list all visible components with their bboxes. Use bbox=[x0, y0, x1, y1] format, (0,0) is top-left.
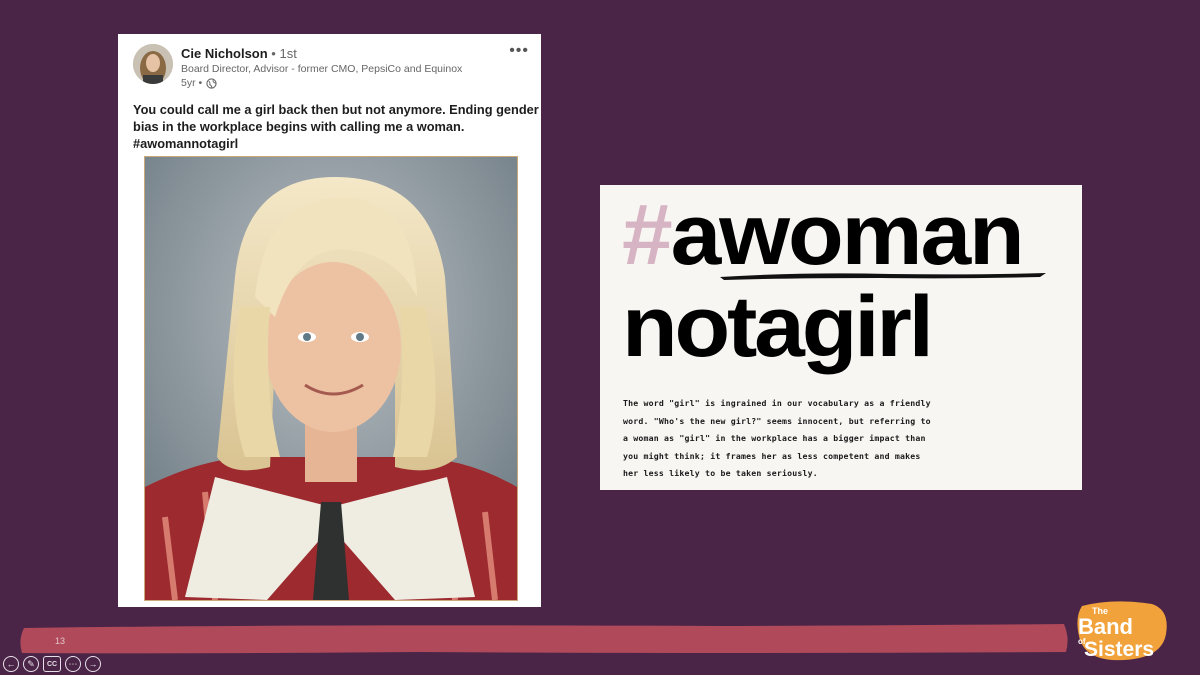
awomannotagirl-graphic: #awoman notagirl The word "girl" is ingr… bbox=[600, 185, 1082, 490]
graphic-headline-line1: #awoman bbox=[622, 185, 1025, 285]
author-avatar[interactable] bbox=[133, 44, 173, 84]
body-line-5: her less likely to be taken seriously. bbox=[623, 468, 818, 478]
bottom-brush-bar bbox=[20, 624, 1068, 654]
post-body: You could call me a girl back then but n… bbox=[133, 101, 539, 152]
graphic-body-text: The word "girl" is ingrained in our voca… bbox=[623, 395, 931, 483]
logo-sisters: Sisters bbox=[1084, 638, 1154, 661]
headline-notagirl: notagirl bbox=[622, 279, 934, 375]
body-line-4: you might think; it frames her as less c… bbox=[623, 450, 921, 461]
post-line-1: You could call me a girl back then but n… bbox=[133, 102, 539, 117]
hashtag-symbol: # bbox=[622, 187, 673, 283]
presentation-controls: ← ✎ CC ⋯ → bbox=[3, 656, 101, 672]
body-line-3: a woman as "girl" in the workplace has a… bbox=[623, 433, 926, 443]
post-line-2: bias in the workplace begins with callin… bbox=[133, 119, 465, 134]
author-headline: Board Director, Advisor - former CMO, Pe… bbox=[181, 63, 463, 75]
linkedin-post-card: Cie Nicholson • 1st Board Director, Advi… bbox=[118, 34, 541, 607]
globe-icon bbox=[206, 77, 217, 89]
captions-icon[interactable]: CC bbox=[43, 656, 61, 672]
author-name-text[interactable]: Cie Nicholson bbox=[181, 46, 268, 61]
body-line-2: word. "Who's the new girl?" seems innoce… bbox=[623, 415, 931, 426]
previous-slide-icon[interactable]: ← bbox=[3, 656, 19, 672]
pen-icon[interactable]: ✎ bbox=[23, 656, 39, 672]
logo-band: Band bbox=[1078, 614, 1133, 639]
timestamp-text: 5yr • bbox=[181, 77, 203, 89]
band-of-sisters-logo: The Band of Sisters bbox=[1077, 601, 1167, 661]
more-icon[interactable]: ⋯ bbox=[65, 656, 81, 672]
more-options-icon[interactable]: ••• bbox=[509, 42, 529, 60]
author-name[interactable]: Cie Nicholson • 1st bbox=[181, 46, 297, 61]
headline-awoman: awoman bbox=[670, 187, 1025, 283]
post-hashtag[interactable]: #awomannotagirl bbox=[133, 135, 533, 152]
slide-number: 13 bbox=[55, 636, 66, 646]
connection-degree: • 1st bbox=[267, 46, 297, 61]
childhood-portrait-photo bbox=[144, 156, 518, 601]
next-slide-icon[interactable]: → bbox=[85, 656, 101, 672]
post-timestamp: 5yr • bbox=[181, 77, 217, 89]
body-line-1: The word "girl" is ingrained in our voca… bbox=[623, 398, 931, 408]
